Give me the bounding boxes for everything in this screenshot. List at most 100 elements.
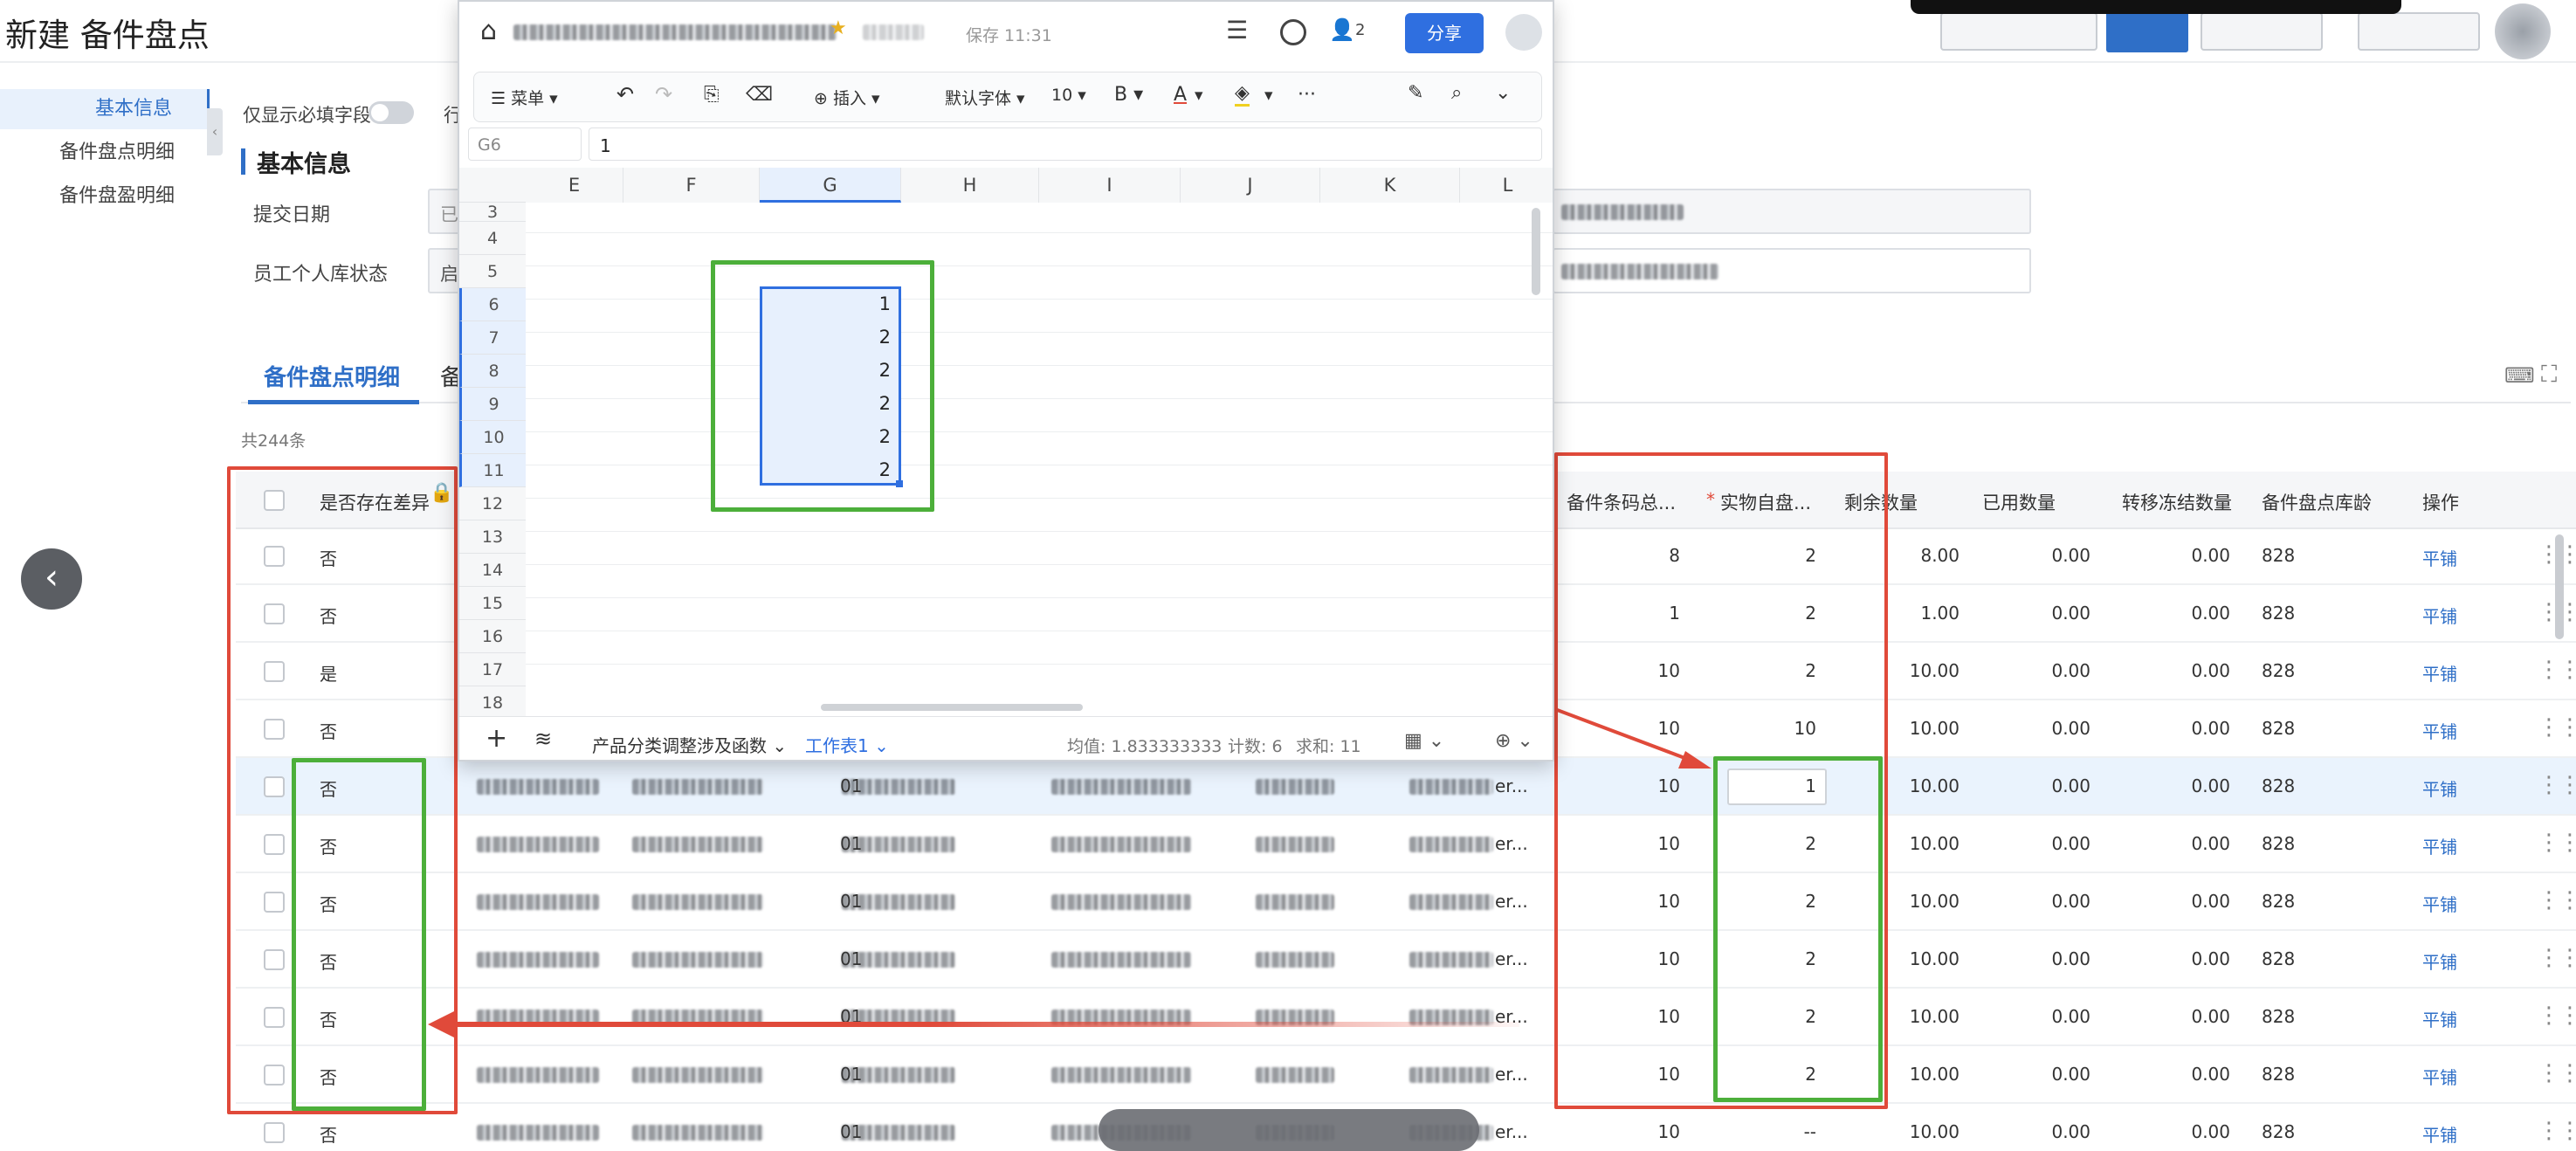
- floating-toolbar[interactable]: [1099, 1109, 1479, 1151]
- menu-icon[interactable]: ☰: [1226, 16, 1248, 45]
- col-header-frozen[interactable]: 转移冻结数量: [2122, 489, 2232, 515]
- sheet-hscroll[interactable]: [821, 704, 1083, 711]
- row-header[interactable]: 4: [459, 222, 526, 255]
- tile-link[interactable]: 平铺: [2422, 1121, 2457, 1147]
- row-header[interactable]: 3: [459, 203, 526, 222]
- column-header-f[interactable]: F: [623, 168, 760, 203]
- tile-link[interactable]: 平铺: [2422, 1064, 2457, 1089]
- drag-handle-icon[interactable]: ⋮⋮: [2538, 1060, 2576, 1086]
- tile-link[interactable]: 平铺: [2422, 948, 2457, 974]
- toolbar-menu-button[interactable]: ☰ 菜单 ▾: [491, 86, 558, 109]
- sheet-tab-2[interactable]: 工作表1 ⌄: [805, 732, 889, 760]
- comment-icon[interactable]: [1280, 19, 1306, 45]
- header-action-blurred-1[interactable]: [1940, 12, 2097, 51]
- column-header-l[interactable]: L: [1460, 168, 1553, 203]
- col-header-age[interactable]: 备件盘点库龄: [2262, 489, 2372, 515]
- row-header[interactable]: 14: [459, 554, 526, 587]
- drag-handle-icon[interactable]: ⋮⋮: [2538, 887, 2576, 913]
- zoom-icon[interactable]: ⊕ ⌄: [1495, 730, 1533, 752]
- cell-ref-box[interactable]: G6: [468, 128, 582, 161]
- row-header[interactable]: 5: [459, 255, 526, 288]
- tile-link[interactable]: 平铺: [2422, 1006, 2457, 1031]
- tile-link[interactable]: 平铺: [2422, 833, 2457, 858]
- avatar[interactable]: [2495, 3, 2551, 59]
- actual-count-value[interactable]: --: [1738, 1121, 1816, 1142]
- collapse-toolbar-icon[interactable]: ⌄: [1495, 82, 1511, 104]
- bold-button[interactable]: B ▾: [1114, 84, 1143, 106]
- insert-button[interactable]: ⊕ 插入 ▾: [814, 86, 880, 109]
- row-header[interactable]: 17: [459, 653, 526, 686]
- column-header-e[interactable]: E: [526, 168, 623, 203]
- column-header-k[interactable]: K: [1320, 168, 1460, 203]
- fullscreen-icon[interactable]: ⛶: [2541, 362, 2557, 389]
- col-header-used[interactable]: 已用数量: [1982, 489, 2056, 515]
- required-only-toggle[interactable]: [368, 101, 414, 124]
- tile-link[interactable]: 平铺: [2422, 718, 2457, 743]
- undo-icon[interactable]: ↶: [616, 82, 634, 107]
- row-header[interactable]: 18: [459, 686, 526, 720]
- column-header-j[interactable]: J: [1181, 168, 1320, 203]
- form-field-right-2[interactable]: [1553, 248, 2031, 293]
- header-action-blurred-3[interactable]: [2358, 12, 2480, 51]
- redo-icon[interactable]: ↷: [655, 82, 672, 107]
- tile-link[interactable]: 平铺: [2422, 545, 2457, 570]
- tile-link[interactable]: 平铺: [2422, 891, 2457, 916]
- fill-color-icon[interactable]: ◈: [1235, 82, 1250, 107]
- column-header-g[interactable]: G: [760, 168, 901, 203]
- column-header-i[interactable]: I: [1039, 168, 1181, 203]
- previous-button[interactable]: ‹: [21, 548, 82, 610]
- row-header[interactable]: 13: [459, 520, 526, 554]
- formula-input[interactable]: 1: [589, 128, 1542, 161]
- drag-handle-icon[interactable]: ⋮⋮: [2538, 714, 2576, 741]
- font-size-select[interactable]: 10 ▾: [1051, 86, 1086, 105]
- drag-handle-icon[interactable]: ⋮⋮: [2538, 1003, 2576, 1029]
- drag-handle-icon[interactable]: ⋮⋮: [2538, 945, 2576, 971]
- row-header[interactable]: 6: [459, 288, 526, 321]
- row-header[interactable]: 11: [459, 454, 526, 487]
- keyboard-icon[interactable]: ⌨: [2504, 363, 2535, 388]
- home-icon[interactable]: ⌂: [480, 16, 497, 46]
- share-button[interactable]: 分享: [1405, 13, 1484, 53]
- view-mode-icon[interactable]: ▦ ⌄: [1404, 730, 1444, 752]
- search-icon[interactable]: ⌕: [1451, 82, 1462, 104]
- row-checkbox[interactable]: [264, 1122, 285, 1143]
- user-avatar[interactable]: [1505, 14, 1542, 51]
- tile-link[interactable]: 平铺: [2422, 775, 2457, 801]
- sidebar-item-basic-info[interactable]: 基本信息: [0, 89, 210, 129]
- collaborators-icon[interactable]: 👤: [1329, 17, 1355, 42]
- header-primary-button[interactable]: [2106, 9, 2188, 52]
- header-action-blurred-2[interactable]: [2201, 12, 2323, 51]
- row-header[interactable]: 16: [459, 620, 526, 653]
- tile-link[interactable]: 平铺: [2422, 603, 2457, 628]
- more-button[interactable]: ···: [1298, 84, 1316, 106]
- row-header[interactable]: 15: [459, 587, 526, 620]
- column-header-h[interactable]: H: [901, 168, 1039, 203]
- table-scrollbar[interactable]: [2555, 534, 2564, 639]
- tile-link[interactable]: 平铺: [2422, 660, 2457, 686]
- add-sheet-icon[interactable]: +: [486, 723, 507, 754]
- drag-handle-icon[interactable]: ⋮⋮: [2538, 1118, 2576, 1144]
- font-family-select[interactable]: 默认字体 ▾: [945, 86, 1025, 109]
- form-field-right-1[interactable]: [1553, 189, 2031, 234]
- grid-corner[interactable]: [459, 168, 526, 203]
- tab-detail[interactable]: 备件盘点明细: [264, 360, 400, 392]
- row-header[interactable]: 7: [459, 321, 526, 355]
- star-icon[interactable]: ★: [830, 17, 847, 39]
- chevron-down-icon[interactable]: ▾: [1264, 86, 1273, 105]
- drag-handle-icon[interactable]: ⋮⋮: [2538, 830, 2576, 856]
- font-color-button[interactable]: A: [1174, 84, 1187, 106]
- drag-handle-icon[interactable]: ⋮⋮: [2538, 657, 2576, 683]
- row-header[interactable]: 8: [459, 355, 526, 388]
- sheet-tab-1[interactable]: 产品分类调整涉及函数 ⌄: [592, 732, 787, 757]
- row-header[interactable]: 9: [459, 388, 526, 421]
- row-header[interactable]: 12: [459, 487, 526, 520]
- brush-icon[interactable]: ✎: [1408, 82, 1423, 104]
- eraser-icon[interactable]: ⌫: [746, 84, 773, 106]
- sheet-vscroll[interactable]: [1532, 208, 1540, 295]
- format-painter-icon[interactable]: ⎘: [704, 84, 720, 106]
- layers-icon[interactable]: ≋: [534, 727, 552, 751]
- sidebar-collapse-button[interactable]: ‹: [207, 108, 223, 155]
- sidebar-item-detail[interactable]: 备件盘点明细: [0, 133, 210, 173]
- sidebar-item-surplus[interactable]: 备件盘盈明细: [0, 176, 210, 217]
- drag-handle-icon[interactable]: ⋮⋮: [2538, 772, 2576, 798]
